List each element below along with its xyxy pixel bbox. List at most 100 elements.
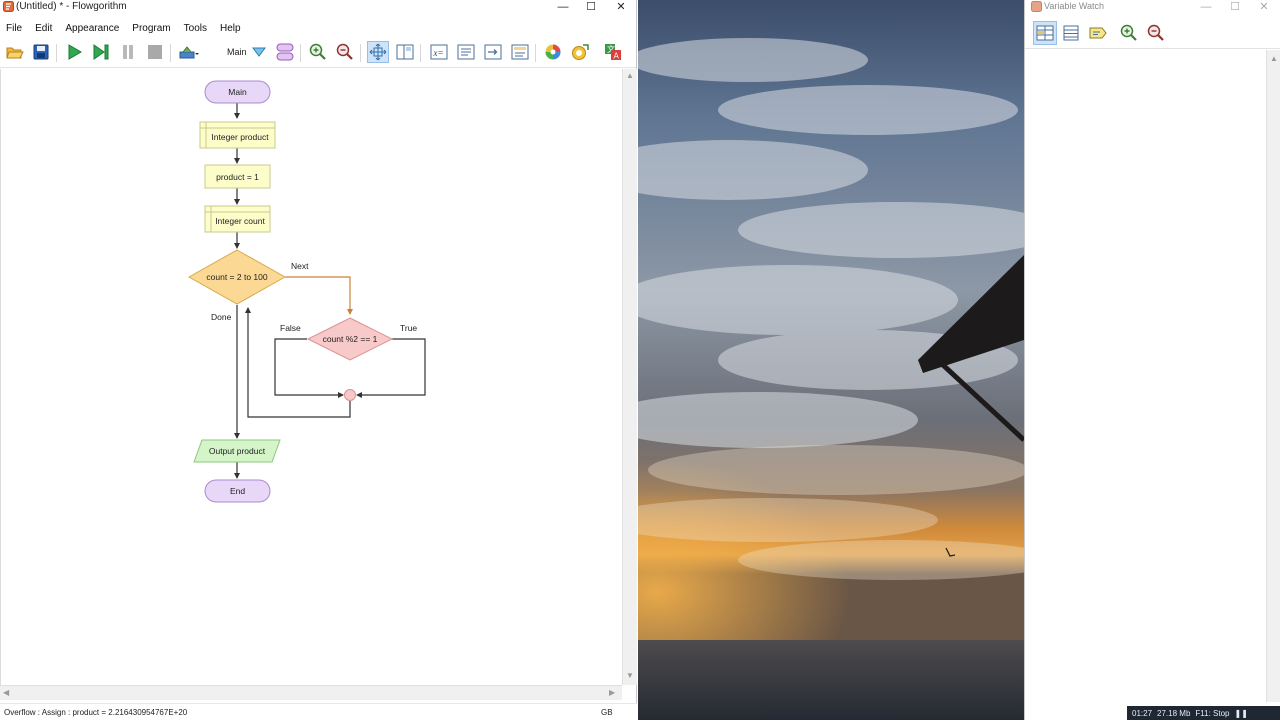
if-merge-node (344, 389, 356, 401)
variable-watch-window: Variable Watch — ☐ ✕ ▲ (1024, 0, 1280, 720)
tray-hint: F11: Stop (1195, 708, 1230, 718)
variable-watch-toolbar (1025, 17, 1280, 49)
watch-table-button[interactable] (1033, 21, 1057, 45)
scroll-up-icon[interactable]: ▲ (626, 71, 634, 80)
list-icon (1063, 25, 1079, 41)
zoom-out-icon (336, 43, 353, 60)
end-label: End (230, 486, 245, 496)
manage-functions-button[interactable] (274, 41, 296, 63)
false-label: False (280, 323, 301, 333)
declare-count-label: Integer count (215, 216, 265, 226)
run-button[interactable] (63, 41, 85, 63)
variable-watch-button[interactable]: x= (428, 41, 450, 63)
vw-maximize-button[interactable]: ☐ (1220, 0, 1250, 14)
variable-watch-scrollbar[interactable]: ▲ (1266, 50, 1280, 702)
next-label: Next (291, 261, 309, 271)
if-condition-label: count %2 == 1 (323, 334, 378, 344)
speed-icon (179, 46, 199, 59)
scroll-down-icon[interactable]: ▼ (626, 671, 634, 680)
svg-text:x=: x= (433, 48, 444, 58)
color-button[interactable] (542, 41, 564, 63)
flowgorithm-window: (Untitled) * - Flowgorithm — ☐ ✕ File Ed… (0, 0, 637, 720)
toolbar-separator (56, 44, 57, 62)
end-terminal[interactable]: End (204, 479, 271, 503)
layout-button[interactable] (367, 41, 389, 63)
title-bar: (Untitled) * - Flowgorithm — ☐ ✕ (0, 0, 636, 14)
menu-edit[interactable]: Edit (35, 23, 59, 34)
toolbar: Main x= 文 A (0, 38, 636, 68)
tray-pause-button[interactable]: ❚❚ (1234, 709, 1247, 718)
zoom-out-icon (1147, 24, 1164, 41)
vw-close-button[interactable]: ✕ (1249, 0, 1279, 14)
scroll-left-icon[interactable]: ◀ (3, 688, 9, 697)
declare-product-shape[interactable]: Integer product (199, 121, 276, 149)
menu-program[interactable]: Program (132, 23, 177, 34)
minimize-button[interactable]: — (548, 0, 578, 14)
zoom-in-button[interactable] (307, 41, 329, 63)
output-label: Output product (209, 446, 266, 456)
language-button[interactable]: 文 A (602, 41, 624, 63)
output-shape[interactable]: Output product (193, 439, 281, 463)
recording-tray: 01:27 27.18 Mb F11: Stop ❚❚ (1127, 706, 1280, 720)
close-button[interactable]: ✕ (606, 0, 636, 14)
toolbar-separator (170, 44, 171, 62)
step-icon (93, 44, 109, 60)
flowchart-canvas[interactable]: Main Integer product product = 1 Integer… (0, 69, 622, 685)
toolbar-separator (535, 44, 536, 62)
variable-watch-icon: x= (430, 44, 448, 60)
function-dropdown-button[interactable] (248, 41, 270, 63)
assign-product-label: product = 1 (216, 172, 259, 182)
function-selector[interactable]: Main (227, 47, 247, 57)
scroll-right-icon[interactable]: ▶ (609, 688, 615, 697)
watch-table-icon (1036, 25, 1054, 41)
for-loop-shape[interactable]: count = 2 to 100 (187, 249, 287, 305)
open-button[interactable] (4, 41, 26, 63)
declare-count-shape[interactable]: Integer count (204, 205, 271, 233)
save-icon (33, 44, 49, 60)
status-message: Overflow : Assign : product = 2.21643095… (4, 708, 188, 717)
scroll-up-icon[interactable]: ▲ (1270, 54, 1278, 63)
status-bar: Overflow : Assign : product = 2.21643095… (0, 703, 637, 720)
stop-button[interactable] (144, 41, 166, 63)
console-button[interactable] (455, 41, 477, 63)
open-icon (6, 47, 24, 59)
assign-product-shape[interactable]: product = 1 (204, 164, 271, 189)
chart-view-button[interactable] (509, 41, 531, 63)
tray-time: 01:27 (1132, 708, 1153, 718)
maximize-button[interactable]: ☐ (576, 0, 606, 14)
pause-button[interactable] (117, 41, 139, 63)
tag-icon (1089, 27, 1107, 39)
start-terminal[interactable]: Main (204, 80, 271, 104)
done-label: Done (211, 312, 232, 322)
toolbar-separator (360, 44, 361, 62)
tag-button[interactable] (1087, 22, 1109, 44)
flowgorithm-app-icon (3, 1, 14, 12)
connector-lines (234, 103, 426, 479)
split-view-icon (396, 44, 414, 60)
vertical-scrollbar[interactable]: ▲ ▼ (622, 69, 637, 685)
menu-file[interactable]: File (6, 23, 29, 34)
vw-zoom-in-button[interactable] (1118, 22, 1140, 44)
vw-minimize-button[interactable]: — (1191, 0, 1221, 14)
window-title: (Untitled) * - Flowgorithm (16, 1, 127, 12)
source-view-button[interactable] (482, 41, 504, 63)
layout-icon (369, 43, 387, 61)
list-button[interactable] (1060, 22, 1082, 44)
menu-help[interactable]: Help (220, 23, 248, 34)
save-button[interactable] (30, 41, 52, 63)
zoom-out-button[interactable] (334, 41, 356, 63)
menu-tools[interactable]: Tools (184, 23, 214, 34)
if-shape[interactable]: count %2 == 1 (306, 317, 394, 361)
menu-appearance[interactable]: Appearance (65, 23, 126, 34)
stop-icon (148, 45, 162, 59)
horizontal-scrollbar[interactable]: ◀ ▶ (0, 685, 622, 700)
style-button[interactable] (569, 41, 591, 63)
variable-watch-list[interactable] (1025, 50, 1266, 702)
step-button[interactable] (90, 41, 112, 63)
speed-button[interactable] (178, 41, 200, 63)
split-view-button[interactable] (394, 41, 416, 63)
sunset-photo (638, 0, 1024, 720)
vw-zoom-out-button[interactable] (1145, 22, 1167, 44)
start-label: Main (228, 87, 247, 97)
menu-bar: File Edit Appearance Program Tools Help (0, 18, 636, 38)
